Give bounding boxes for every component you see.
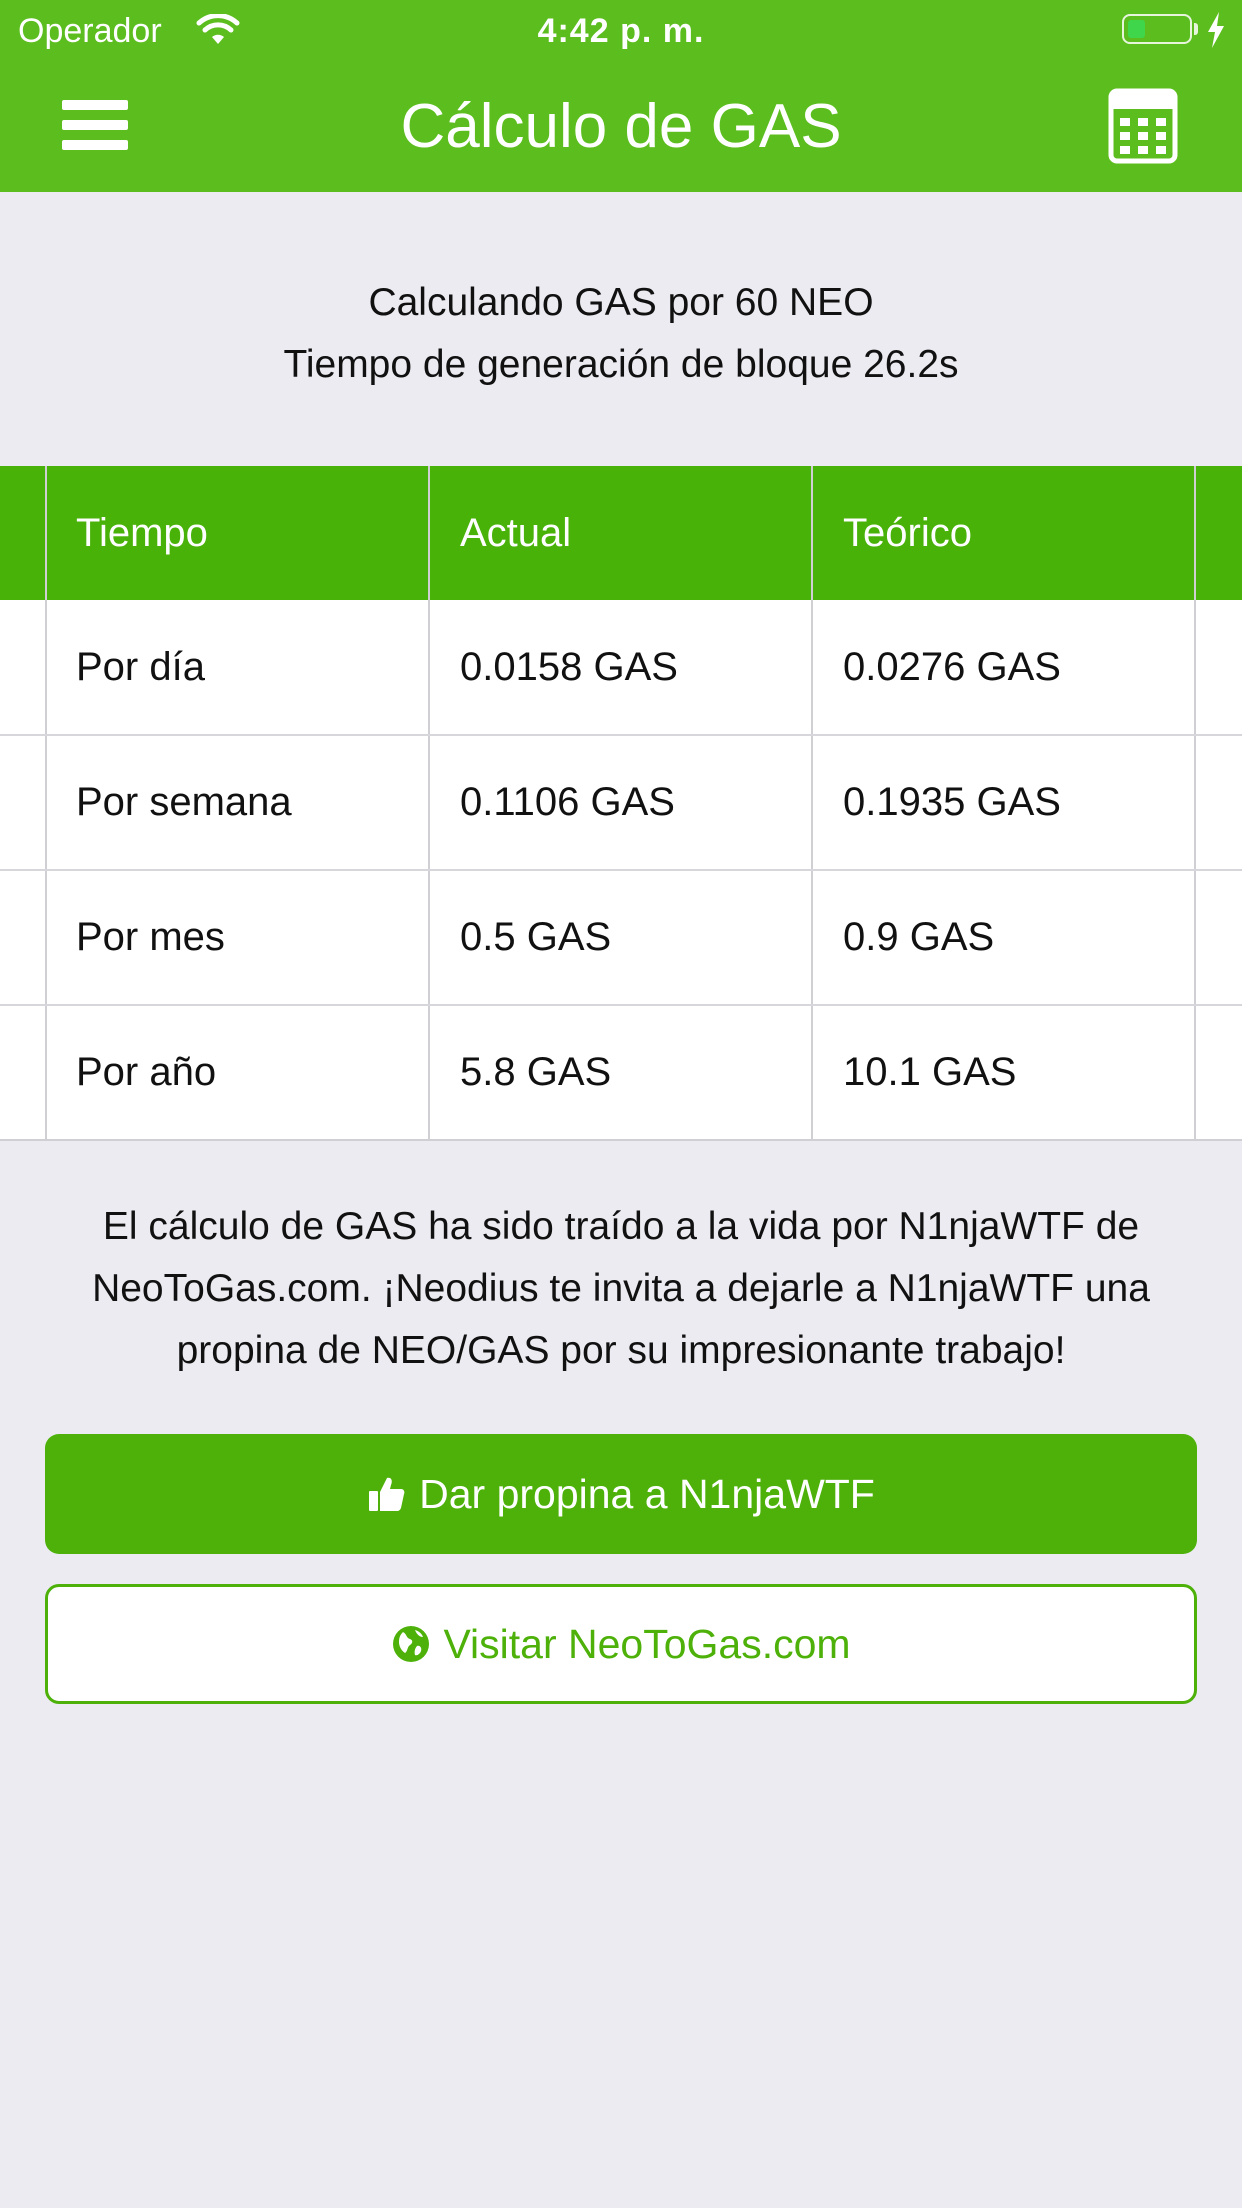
row-actual: 5.8 GAS — [460, 1050, 612, 1094]
credit-line: El cálculo de GAS ha sido traído a la vi… — [102, 1205, 1140, 1248]
battery-icon — [1122, 14, 1192, 44]
thumbs-up-icon — [369, 1477, 405, 1511]
row-teorico: 10.1 GAS — [843, 1050, 1017, 1094]
row-teorico: 0.1935 GAS — [843, 780, 1061, 824]
tip-button-label: Dar propina a N1njaWTF — [419, 1470, 875, 1517]
visit-website-button[interactable]: Visitar NeoToGas.com — [45, 1584, 1197, 1704]
page-title: Cálculo de GAS — [400, 92, 842, 161]
calculation-summary: Calculando GAS por 60 NEO Tiempo de gene… — [0, 272, 1242, 396]
tip-button[interactable]: Dar propina a N1njaWTF — [45, 1434, 1197, 1554]
charging-bolt-icon — [1208, 12, 1224, 48]
summary-neo-amount: Calculando GAS por 60 NEO — [368, 281, 874, 324]
row-teorico: 0.0276 GAS — [843, 645, 1061, 689]
table-header: Tiempo Actual Teórico — [0, 466, 1242, 600]
header-teorico: Teórico — [843, 511, 972, 555]
gas-table: Tiempo Actual Teórico Por día 0.0158 GAS… — [0, 466, 1242, 1141]
row-period: Por semana — [76, 780, 292, 824]
hamburger-menu-icon[interactable] — [62, 96, 128, 154]
globe-icon — [393, 1626, 430, 1662]
row-actual: 0.0158 GAS — [460, 645, 678, 689]
row-actual: 0.1106 GAS — [460, 780, 675, 824]
row-period: Por mes — [76, 915, 225, 959]
calculator-icon[interactable] — [1108, 88, 1178, 164]
row-teorico: 0.9 GAS — [843, 915, 995, 959]
status-time: 4:42 p. m. — [537, 12, 705, 50]
nav-bar: Operador 4:42 p. m. Cálculo de GAS — [0, 0, 1242, 192]
credit-line: propina de NEO/GAS por su impresionante … — [176, 1329, 1066, 1372]
header-actual: Actual — [460, 511, 572, 555]
summary-block-time: Tiempo de generación de bloque 26.2s — [283, 343, 959, 386]
row-period: Por día — [76, 645, 205, 689]
status-bar: Operador 4:42 p. m. — [0, 0, 1242, 62]
battery-level-fill — [1128, 20, 1145, 38]
credit-line: NeoToGas.com. ¡Neodius te invita a dejar… — [92, 1267, 1150, 1310]
row-actual: 0.5 GAS — [460, 915, 612, 959]
battery-tip — [1194, 23, 1198, 35]
credit-text: El cálculo de GAS ha sido traído a la vi… — [40, 1196, 1202, 1382]
header-tiempo: Tiempo — [76, 511, 208, 555]
row-period: Por año — [76, 1050, 217, 1094]
visit-button-label: Visitar NeoToGas.com — [443, 1620, 851, 1667]
